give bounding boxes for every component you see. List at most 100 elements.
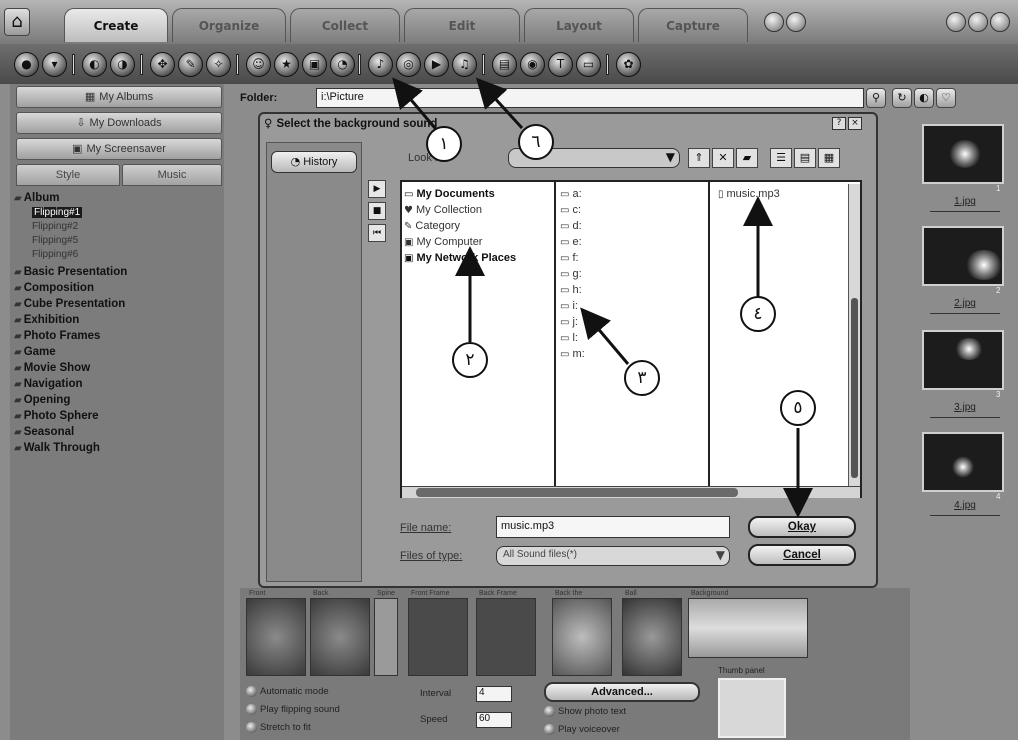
drive-item[interactable]: ▭ e: — [560, 234, 582, 250]
tree-node[interactable]: ▰ Navigation — [14, 376, 83, 392]
tree-node[interactable]: ▰ Game — [14, 344, 56, 360]
back-texture-tile[interactable]: Back — [310, 590, 370, 676]
photo-thumbnail[interactable] — [922, 124, 1004, 184]
icon-view-icon[interactable]: ▦ — [818, 148, 840, 168]
drive-item[interactable]: ▭ h: — [560, 282, 582, 298]
drive-item[interactable]: ▭ a: — [560, 186, 582, 202]
web-icon[interactable]: ◑ — [110, 52, 135, 77]
delete-icon[interactable]: ✕ — [712, 148, 734, 168]
tool-icon[interactable]: ✎ — [178, 52, 203, 77]
new-album-icon[interactable]: ● — [14, 52, 39, 77]
files-of-type-dropdown[interactable]: All Sound files(*) ▼ — [496, 546, 730, 566]
tree-node[interactable]: ▰ Opening — [14, 392, 70, 408]
folder-path-field[interactable]: i:\Picture — [316, 88, 864, 108]
heart-icon[interactable]: ♡ — [936, 88, 956, 108]
spine-tile[interactable]: Spine — [374, 590, 398, 676]
tab-music[interactable]: Music — [122, 164, 222, 186]
place-my-collection[interactable]: ♥ My Collection — [404, 202, 482, 218]
help-icon[interactable] — [764, 12, 784, 32]
back-image-tile[interactable]: Back the — [552, 590, 612, 676]
rewind-icon[interactable]: ⏮ — [368, 224, 386, 242]
photo-thumbnail[interactable] — [922, 330, 1004, 390]
tree-node[interactable]: ▰ Photo Sphere — [14, 408, 98, 424]
file-item[interactable]: ▯ music.mp3 — [718, 186, 780, 202]
browse-folder-icon[interactable]: ⚲ — [866, 88, 886, 108]
globe-icon[interactable]: ◐ — [82, 52, 107, 77]
drive-item-selected[interactable]: ▭ i: — [560, 298, 578, 314]
drive-item[interactable]: ▭ j: — [560, 314, 578, 330]
tree-node[interactable]: ▰ Seasonal — [14, 424, 74, 440]
up-folder-icon[interactable]: ⇑ — [688, 148, 710, 168]
drive-item[interactable]: ▭ c: — [560, 202, 581, 218]
front-texture-tile[interactable]: Front — [246, 590, 306, 676]
dialog-close-icon[interactable]: × — [848, 117, 862, 130]
show-photo-text-option[interactable]: Show photo text — [544, 706, 626, 717]
dialog-help-icon[interactable]: ? — [832, 117, 846, 130]
place-my-computer[interactable]: ▣ My Computer — [404, 234, 482, 250]
move-icon[interactable]: ✥ — [150, 52, 175, 77]
horizontal-scrollbar[interactable] — [402, 486, 860, 498]
my-screensaver-button[interactable]: ▣ My Screensaver — [16, 138, 222, 160]
detail-view-icon[interactable]: ▤ — [794, 148, 816, 168]
text-icon[interactable]: ◔ — [330, 52, 355, 77]
tree-leaf[interactable]: Flipping#6 — [32, 248, 78, 262]
sound-icon[interactable]: ◎ — [396, 52, 421, 77]
camera-icon[interactable]: ◉ — [520, 52, 545, 77]
scrollbar-thumb[interactable] — [851, 298, 858, 478]
front-frame-tile[interactable]: Front Frame — [408, 590, 468, 676]
automatic-mode-option[interactable]: Automatic mode — [246, 686, 329, 697]
home-icon[interactable]: ⌂ — [4, 8, 30, 36]
drive-item[interactable]: ▭ g: — [560, 266, 582, 282]
maximize-icon[interactable] — [968, 12, 988, 32]
tab-layout[interactable]: Layout — [524, 8, 634, 42]
speed-input[interactable]: 60 — [476, 712, 512, 728]
photo-thumbnail[interactable] — [922, 226, 1004, 286]
tab-edit[interactable]: Edit — [404, 8, 520, 42]
background-sound-icon[interactable]: ♫ — [452, 52, 477, 77]
tab-capture[interactable]: Capture — [638, 8, 748, 42]
drive-item[interactable]: ▭ d: — [560, 218, 582, 234]
play-icon[interactable]: ▶ — [424, 52, 449, 77]
tab-collect[interactable]: Collect — [290, 8, 400, 42]
my-albums-button[interactable]: ▦ My Albums — [16, 86, 222, 108]
tab-style[interactable]: Style — [16, 164, 120, 186]
tree-leaf[interactable]: Flipping#2 — [32, 220, 78, 234]
music-icon[interactable]: ♪ — [368, 52, 393, 77]
stop-icon[interactable]: ■ — [368, 202, 386, 220]
share-icon[interactable]: ✿ — [616, 52, 641, 77]
thumb-panel-preview[interactable] — [718, 678, 786, 738]
rotate-icon[interactable]: ↻ — [892, 88, 912, 108]
back-frame-tile[interactable]: Back Frame — [476, 590, 536, 676]
file-name-input[interactable]: music.mp3 — [496, 516, 730, 538]
new-folder-icon[interactable]: ▰ — [736, 148, 758, 168]
drive-item[interactable]: ▭ f: — [560, 250, 579, 266]
close-icon[interactable] — [990, 12, 1010, 32]
photo-thumbnail[interactable] — [922, 432, 1004, 492]
drive-item[interactable]: ▭ l: — [560, 330, 578, 346]
minimize-icon[interactable] — [946, 12, 966, 32]
okay-button[interactable]: Okay — [748, 516, 856, 538]
interval-input[interactable]: 4 — [476, 686, 512, 702]
tree-leaf[interactable]: Flipping#1 — [32, 206, 83, 220]
tab-create[interactable]: Create — [64, 8, 168, 42]
tree-node-album[interactable]: ▰ Album — [14, 190, 59, 206]
person-icon[interactable]: ☺ — [246, 52, 271, 77]
vertical-scrollbar[interactable] — [848, 184, 860, 486]
tab-organize[interactable]: Organize — [172, 8, 286, 42]
tree-node[interactable]: ▰ Movie Show — [14, 360, 90, 376]
history-button[interactable]: ◔ History — [271, 151, 357, 173]
cancel-button[interactable]: Cancel — [748, 544, 856, 566]
tree-node[interactable]: ▰ Exhibition — [14, 312, 79, 328]
play-icon[interactable]: ▶ — [368, 180, 386, 198]
advanced-button[interactable]: Advanced... — [544, 682, 700, 702]
tree-node[interactable]: ▰ Walk Through — [14, 440, 100, 456]
frame-icon[interactable]: ▣ — [302, 52, 327, 77]
tree-node[interactable]: ▰ Basic Presentation — [14, 264, 127, 280]
tree-node[interactable]: ▰ Cube Presentation — [14, 296, 125, 312]
line-icon[interactable]: ▭ — [576, 52, 601, 77]
drive-item[interactable]: ▭ m: — [560, 346, 585, 362]
list-view-icon[interactable]: ☰ — [770, 148, 792, 168]
color-icon[interactable]: ◐ — [914, 88, 934, 108]
star-icon[interactable]: ★ — [274, 52, 299, 77]
play-voiceover-option[interactable]: Play voiceover — [544, 724, 620, 735]
